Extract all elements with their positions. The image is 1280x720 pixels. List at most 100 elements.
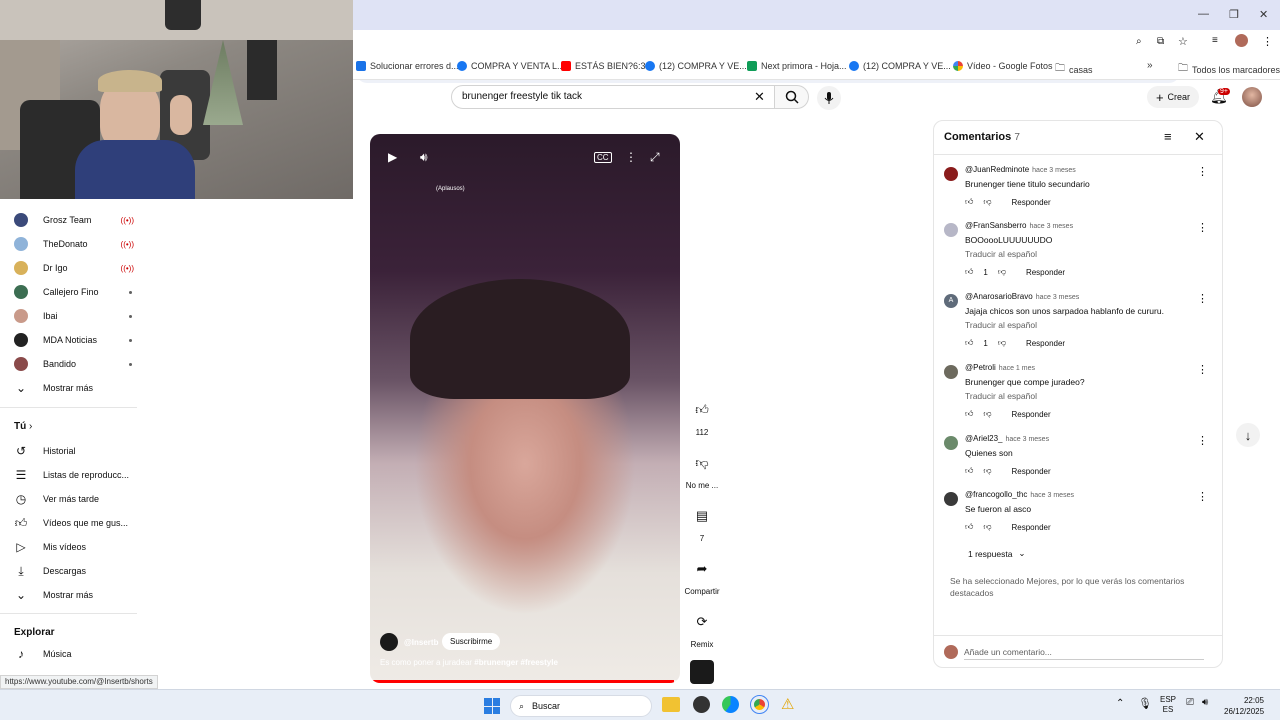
progress-bar[interactable] — [370, 680, 680, 683]
chrome-icon[interactable] — [750, 695, 769, 714]
close-window-icon[interactable]: ✕ — [1259, 8, 1268, 21]
browser-menu-icon[interactable]: ⋮ — [1262, 35, 1273, 48]
language-indicator[interactable]: ESP ES — [1160, 695, 1176, 715]
sidebar-item-my-videos[interactable]: ▷ Mis vídeos — [14, 537, 134, 557]
subscribe-button[interactable]: Suscribirme — [442, 633, 501, 650]
hashtags[interactable]: #brunenger #freestyle — [474, 658, 558, 667]
comment-author[interactable]: @Petroli — [965, 363, 996, 372]
reply-button[interactable]: Responder — [1012, 467, 1051, 476]
translate-link[interactable]: Traducir al español — [965, 320, 1037, 330]
show-more-subscriptions[interactable]: ⌄ Mostrar más — [14, 378, 134, 398]
sound-thumbnail[interactable] — [690, 660, 714, 684]
bookmark-1[interactable]: COMPRA Y VENTA L... — [457, 61, 565, 71]
sidebar-item-music[interactable]: ♪ Música — [14, 644, 134, 664]
avatar[interactable]: A — [944, 294, 958, 308]
reply-button[interactable]: Responder — [1026, 339, 1065, 348]
avatar[interactable] — [944, 223, 958, 237]
reply-button[interactable]: Responder — [1012, 410, 1051, 419]
search-button[interactable] — [775, 85, 809, 109]
comments-button[interactable]: ▤ — [690, 504, 714, 528]
sort-icon[interactable]: ≡ — [1164, 129, 1172, 144]
like-icon[interactable]: 👍︎ — [965, 409, 973, 419]
captions-icon[interactable]: CC — [594, 152, 612, 163]
show-more-you[interactable]: ⌄ Mostrar más — [14, 585, 134, 605]
tray-expand-icon[interactable]: ⌃ — [1116, 698, 1124, 709]
media-control-icon[interactable]: ≡ — [1212, 35, 1218, 46]
comment-author[interactable]: @JuanRedminote — [965, 165, 1029, 174]
like-icon[interactable]: 👍︎ — [965, 338, 973, 348]
sidebar-item-bandido[interactable]: Bandido — [14, 354, 134, 374]
reply-button[interactable]: Responder — [1012, 198, 1051, 207]
all-bookmarks[interactable]: 🗀 Todos los marcadores — [1178, 61, 1280, 78]
you-heading[interactable]: Tú › — [14, 421, 32, 432]
translate-link[interactable]: Traducir al español — [965, 391, 1037, 401]
like-icon[interactable]: 👍︎ — [965, 522, 973, 532]
bookmark-6[interactable]: Vídeo - Google Fotos — [953, 61, 1053, 71]
restore-icon[interactable]: ❐ — [1229, 8, 1239, 21]
like-icon[interactable]: 👍︎ — [965, 466, 973, 476]
bookmark-4[interactable]: Next primora - Hoja... — [747, 61, 847, 71]
sidebar-item-ibai[interactable]: Ibai — [14, 306, 134, 326]
dislike-icon[interactable]: 👎︎ — [983, 197, 991, 207]
close-icon[interactable]: ✕ — [1194, 129, 1205, 145]
fullscreen-icon[interactable]: ⤢ — [650, 150, 660, 165]
comment-author[interactable]: @AnarosarioBravo — [965, 292, 1033, 301]
comment-author[interactable]: @francogollo_thc — [965, 490, 1027, 499]
like-button[interactable]: 👍︎ — [690, 398, 714, 422]
short-video-player[interactable]: ▶ 🔊︎ CC ⋮ ⤢ (Aplausos) @Insertb Suscribi… — [370, 134, 680, 683]
reply-button[interactable]: Responder — [1026, 268, 1065, 277]
comment-author[interactable]: @FranSansberro — [965, 221, 1026, 230]
clock[interactable]: 22:05 26/12/2025 — [1224, 695, 1264, 717]
volume-icon[interactable]: 🔊︎ — [420, 150, 428, 165]
bookmark-0[interactable]: Solucionar errores d... — [356, 61, 459, 71]
comment-menu-icon[interactable]: ⋮ — [1197, 292, 1208, 305]
reply-button[interactable]: Responder — [1012, 523, 1051, 532]
bookmark-3[interactable]: (12) COMPRA Y VE... — [645, 61, 747, 71]
dislike-icon[interactable]: 👎︎ — [983, 466, 991, 476]
bookmark-5[interactable]: (12) COMPRA Y VE... — [849, 61, 951, 71]
bookmark-7[interactable]: 🗀 casas — [1055, 61, 1093, 78]
sidebar-item-grosz-team[interactable]: Grosz Team ((•)) — [14, 210, 134, 230]
sidebar-item-history[interactable]: ↺ Historial — [14, 441, 134, 461]
dislike-icon[interactable]: 👎︎ — [983, 522, 991, 532]
minimize-icon[interactable]: — — [1198, 8, 1209, 20]
microphone-icon[interactable]: 🎙︎ — [1138, 697, 1152, 710]
dislike-button[interactable]: 👎︎ — [690, 451, 714, 475]
sidebar-item-mda-noticias[interactable]: MDA Noticias — [14, 330, 134, 350]
channel-avatar[interactable] — [380, 633, 398, 651]
clear-search-icon[interactable]: ✕ — [754, 89, 765, 105]
sidebar-item-dr-igo[interactable]: Dr Igo ((•)) — [14, 258, 134, 278]
dislike-icon[interactable]: 👎︎ — [998, 338, 1006, 348]
comment-menu-icon[interactable]: ⋮ — [1197, 165, 1208, 178]
app-icon[interactable] — [693, 696, 710, 713]
comment-author[interactable]: @Ariel23_ — [965, 434, 1002, 443]
sidebar-item-playlists[interactable]: ☰ Listas de reproducc... — [14, 465, 134, 485]
sidebar-item-watch-later[interactable]: ◷ Ver más tarde — [14, 489, 134, 509]
comment-menu-icon[interactable]: ⋮ — [1197, 363, 1208, 376]
taskbar-search[interactable]: ⌕ Buscar — [510, 695, 652, 717]
comment-menu-icon[interactable]: ⋮ — [1197, 434, 1208, 447]
dislike-icon[interactable]: 👎︎ — [983, 409, 991, 419]
translate-link[interactable]: Traducir al español — [965, 249, 1037, 259]
sidebar-item-callejero-fino[interactable]: Callejero Fino — [14, 282, 134, 302]
comment-menu-icon[interactable]: ⋮ — [1197, 490, 1208, 503]
avatar[interactable] — [944, 492, 958, 506]
sidebar-item-thedonato[interactable]: TheDonato ((•)) — [14, 234, 134, 254]
windows-start-icon[interactable] — [484, 698, 500, 714]
warning-icon[interactable]: ⚠ — [781, 695, 794, 713]
dislike-icon[interactable]: 👎︎ — [998, 267, 1006, 277]
more-options-icon[interactable]: ⋮ — [625, 150, 637, 164]
network-icon[interactable]: ⎚ — [1186, 697, 1194, 708]
voice-search-button[interactable] — [817, 86, 841, 110]
sidebar-item-downloads[interactable]: ⤓ Descargas — [14, 561, 134, 581]
comment-menu-icon[interactable]: ⋮ — [1197, 221, 1208, 234]
file-explorer-icon[interactable] — [662, 697, 680, 712]
create-button[interactable]: + Crear — [1147, 86, 1199, 108]
volume-icon[interactable]: 🔊︎ — [1202, 697, 1208, 708]
remix-button[interactable]: ⟳ — [690, 610, 714, 634]
bookmark-star-icon[interactable]: ☆ — [1178, 35, 1188, 48]
like-icon[interactable]: 👍︎ — [965, 267, 973, 277]
edge-icon[interactable] — [722, 696, 739, 713]
sidebar-item-liked-videos[interactable]: 👍︎ Vídeos que me gus... — [14, 513, 134, 533]
add-comment-input[interactable]: Añade un comentario... — [964, 647, 1204, 660]
